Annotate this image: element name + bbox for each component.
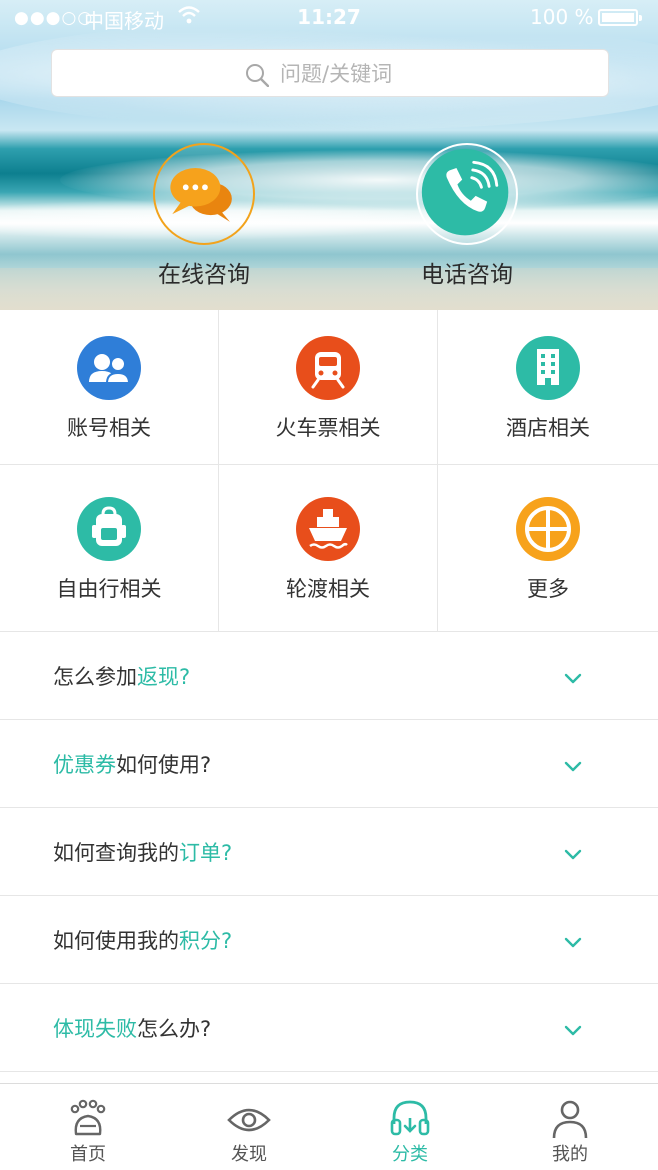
faq-highlight: 积分? <box>179 929 233 953</box>
faq-highlight: 订单? <box>179 841 233 865</box>
home-icon <box>70 1099 106 1136</box>
hero-banner: ●●●○○ 中国移动 11:27 100 % 问题/关键词 在线咨询 电话咨询 <box>0 0 658 310</box>
search-input[interactable] <box>280 59 580 89</box>
phone-consult-ring <box>416 143 518 245</box>
phone-consult-label: 电话咨询 <box>421 262 513 288</box>
online-consult-ring <box>153 143 255 245</box>
faq-text: 如何查询我的 <box>53 841 179 865</box>
faq-question: 如何使用我的积分? <box>53 925 232 955</box>
hero-sand <box>0 268 658 310</box>
faq-text: 如何使用我的 <box>53 929 179 953</box>
account-icon <box>77 336 141 400</box>
tab-label: 分类 <box>392 1144 428 1165</box>
faq-question: 体现失败怎么办? <box>53 1013 211 1043</box>
category-label: 账号相关 <box>67 416 151 440</box>
faq-question: 怎么参加返现? <box>53 661 190 691</box>
category-more[interactable]: 更多 <box>438 465 658 632</box>
tab-category[interactable]: 分类 <box>328 1084 492 1170</box>
category-ferry[interactable]: 轮渡相关 <box>219 465 438 632</box>
category-account[interactable]: 账号相关 <box>0 310 219 465</box>
tab-label: 我的 <box>552 1144 588 1165</box>
category-free-travel[interactable]: 自由行相关 <box>0 465 219 632</box>
category-label: 酒店相关 <box>506 416 590 440</box>
faq-item-points[interactable]: 如何使用我的积分? <box>0 896 658 984</box>
phone-icon <box>421 148 509 236</box>
tab-mine[interactable]: 我的 <box>488 1084 652 1170</box>
backpack-icon <box>77 497 141 561</box>
faq-item-order[interactable]: 如何查询我的订单? <box>0 808 658 896</box>
chevron-down-icon <box>564 937 582 948</box>
headset-icon <box>390 1100 430 1136</box>
tab-discover[interactable]: 发现 <box>167 1084 331 1170</box>
user-icon <box>552 1100 588 1139</box>
tab-bar: 首页 发现 分类 我的 <box>0 1083 658 1170</box>
faq-item-coupon[interactable]: 优惠券如何使用? <box>0 720 658 808</box>
faq-list: 怎么参加返现? 优惠券如何使用? 如何查询我的订单? 如何使用我的积分? 体现失… <box>0 632 658 1072</box>
status-bar: ●●●○○ 中国移动 11:27 100 % <box>0 0 658 34</box>
faq-highlight: 返现? <box>137 665 191 689</box>
faq-text: 怎么参加 <box>53 665 137 689</box>
chevron-down-icon <box>564 761 582 772</box>
chat-bubbles-icon <box>170 168 232 222</box>
category-train[interactable]: 火车票相关 <box>219 310 438 465</box>
tab-label: 发现 <box>231 1144 267 1165</box>
train-icon <box>296 336 360 400</box>
battery-percent: 100 % <box>530 5 594 29</box>
phone-consult-button[interactable]: 电话咨询 <box>387 143 547 293</box>
chevron-down-icon <box>564 1025 582 1036</box>
hotel-icon <box>516 336 580 400</box>
ship-icon <box>296 497 360 561</box>
category-label: 轮渡相关 <box>286 577 370 601</box>
category-label: 自由行相关 <box>56 577 162 601</box>
faq-highlight: 体现失败 <box>53 1017 137 1041</box>
faq-question: 如何查询我的订单? <box>53 837 232 867</box>
search-icon <box>246 64 269 87</box>
chevron-down-icon <box>564 849 582 860</box>
tab-label: 首页 <box>70 1144 106 1165</box>
faq-text: 怎么办? <box>137 1017 212 1041</box>
faq-text: 如何使用? <box>116 753 212 777</box>
category-hotel[interactable]: 酒店相关 <box>438 310 658 465</box>
faq-item-withdraw[interactable]: 体现失败怎么办? <box>0 984 658 1072</box>
faq-item-cashback[interactable]: 怎么参加返现? <box>0 632 658 720</box>
search-bar[interactable] <box>51 49 609 97</box>
online-consult-button[interactable]: 在线咨询 <box>124 143 284 293</box>
category-label: 更多 <box>527 577 569 601</box>
chevron-down-icon <box>564 673 582 684</box>
category-label: 火车票相关 <box>275 416 381 440</box>
online-consult-label: 在线咨询 <box>158 262 250 288</box>
battery-icon <box>598 9 642 26</box>
faq-question: 优惠券如何使用? <box>53 749 211 779</box>
tab-home[interactable]: 首页 <box>6 1084 170 1170</box>
category-grid: 账号相关 火车票相关 酒店相关 自由行相关 轮渡相关 更多 <box>0 310 658 632</box>
faq-highlight: 优惠券 <box>53 753 116 777</box>
eye-icon <box>227 1108 271 1132</box>
more-icon <box>516 497 580 561</box>
